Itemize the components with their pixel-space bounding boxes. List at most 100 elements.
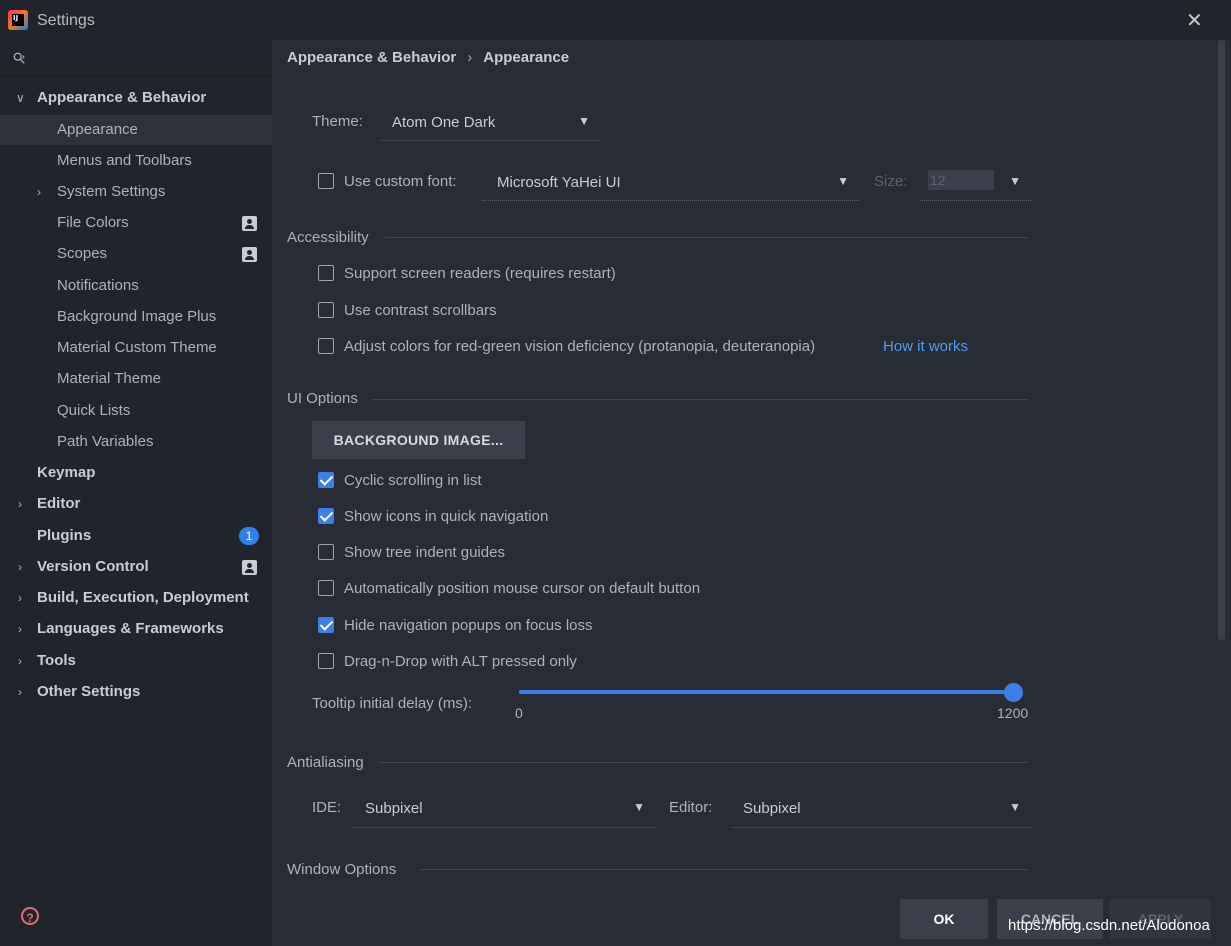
hide-navigation-popups-checkbox[interactable] [318, 617, 334, 633]
sidebar-item-other-settings[interactable]: › Other Settings [0, 677, 272, 707]
theme-label: Theme: [312, 113, 363, 130]
dropdown-arrow-icon: ▼ [1009, 800, 1021, 814]
project-level-icon [242, 216, 257, 231]
font-value: Microsoft YaHei UI [497, 174, 621, 191]
dropdown-arrow-icon: ▼ [837, 174, 849, 188]
sidebar-item-tools[interactable]: › Tools [0, 646, 272, 676]
plugins-update-badge: 1 [239, 527, 259, 545]
sidebar-item-appearance-behavior[interactable]: ∨ Appearance & Behavior [0, 83, 272, 113]
dropdown-arrow-icon: ▼ [1009, 174, 1021, 188]
contrast-scrollbars-checkbox[interactable] [318, 302, 334, 318]
ok-button[interactable]: OK [900, 899, 988, 939]
sidebar-item-file-colors[interactable]: File Colors [0, 208, 272, 238]
dropdown-arrow-icon: ▼ [578, 114, 590, 128]
ui-options-section-title: UI Options [287, 390, 358, 407]
tooltip-delay-slider[interactable] [519, 690, 1014, 694]
breadcrumb-current: Appearance [483, 49, 570, 66]
ide-antialiasing-label: IDE: [312, 799, 342, 816]
ide-antialiasing-dropdown[interactable]: Subpixel ▼ [353, 798, 655, 828]
chevron-right-icon: › [18, 497, 22, 511]
antialiasing-section-title: Antialiasing [287, 754, 364, 771]
how-it-works-link[interactable]: How it works [883, 338, 968, 355]
tree-indent-guides-label: Show tree indent guides [344, 544, 505, 561]
dropdown-arrow-icon: ▼ [633, 800, 645, 814]
sidebar-item-build-execution-deployment[interactable]: › Build, Execution, Deployment [0, 583, 272, 613]
cyclic-scrolling-label: Cyclic scrolling in list [344, 472, 482, 489]
sidebar-item-editor[interactable]: › Editor [0, 489, 272, 519]
sidebar-item-languages-frameworks[interactable]: › Languages & Frameworks [0, 614, 272, 644]
color-deficiency-checkbox[interactable] [318, 338, 334, 354]
search-icon[interactable] [13, 52, 25, 64]
sidebar-item-scopes[interactable]: Scopes [0, 239, 272, 269]
use-custom-font-label: Use custom font: [344, 173, 457, 190]
background-image-button[interactable]: BACKGROUND IMAGE... [312, 421, 525, 459]
sidebar-item-menus-toolbars[interactable]: Menus and Toolbars [0, 146, 272, 176]
section-divider [372, 399, 1029, 400]
help-icon[interactable]: ? [21, 907, 39, 925]
section-divider [378, 762, 1029, 763]
screen-readers-checkbox[interactable] [318, 265, 334, 281]
editor-antialiasing-dropdown[interactable]: Subpixel ▼ [731, 798, 1031, 828]
accessibility-section-title: Accessibility [287, 229, 369, 246]
sidebar-item-material-theme[interactable]: Material Theme [0, 364, 272, 394]
window-options-section-title: Window Options [287, 861, 397, 878]
mouse-cursor-default-button-checkbox[interactable] [318, 580, 334, 596]
sidebar-item-notifications[interactable]: Notifications [0, 271, 272, 301]
sidebar-item-version-control[interactable]: › Version Control [0, 552, 272, 582]
contrast-scrollbars-label: Use contrast scrollbars [344, 302, 497, 319]
chevron-right-icon: › [18, 622, 22, 636]
sidebar-item-plugins[interactable]: Plugins 1 [0, 521, 272, 551]
chevron-right-icon: › [18, 685, 22, 699]
vertical-scrollbar[interactable] [1218, 40, 1225, 640]
chevron-right-icon: › [37, 185, 41, 199]
breadcrumb: Appearance & Behavior › Appearance [287, 49, 569, 66]
sidebar-item-path-variables[interactable]: Path Variables [0, 427, 272, 457]
use-custom-font-checkbox[interactable] [318, 173, 334, 189]
theme-dropdown[interactable]: Atom One Dark ▼ [380, 112, 600, 141]
slider-max-label: 1200 [997, 705, 1029, 721]
sidebar-item-background-image-plus[interactable]: Background Image Plus [0, 302, 272, 332]
screen-readers-label: Support screen readers (requires restart… [344, 265, 616, 282]
cyclic-scrolling-checkbox[interactable] [318, 472, 334, 488]
title-bar: IJ Settings ✕ [0, 0, 1231, 40]
theme-value: Atom One Dark [392, 114, 496, 131]
settings-sidebar: ∨ Appearance & Behavior Appearance Menus… [0, 40, 272, 946]
sidebar-item-quick-lists[interactable]: Quick Lists [0, 396, 272, 426]
font-size-label: Size: [874, 173, 908, 190]
section-divider [419, 869, 1029, 870]
chevron-right-icon: › [18, 591, 22, 605]
watermark-text: https://blog.csdn.net/Alodonoa [1008, 917, 1210, 934]
ide-antialiasing-value: Subpixel [365, 800, 423, 817]
sidebar-item-keymap[interactable]: Keymap [0, 458, 272, 488]
show-icons-checkbox[interactable] [318, 508, 334, 524]
sidebar-item-material-custom-theme[interactable]: Material Custom Theme [0, 333, 272, 363]
sidebar-item-system-settings[interactable]: › System Settings [0, 177, 272, 207]
project-level-icon [242, 247, 257, 262]
project-level-icon [242, 560, 257, 575]
custom-font-dropdown[interactable]: Microsoft YaHei UI ▼ [482, 172, 859, 201]
editor-antialiasing-value: Subpixel [743, 800, 801, 817]
close-icon[interactable]: ✕ [1186, 8, 1203, 33]
sidebar-item-appearance[interactable]: Appearance [0, 115, 272, 145]
tree-indent-guides-checkbox[interactable] [318, 544, 334, 560]
settings-window: IJ Settings ✕ ∨ Appearance & Behavior Ap… [0, 0, 1231, 946]
slider-min-label: 0 [515, 705, 523, 721]
drag-n-drop-alt-checkbox[interactable] [318, 653, 334, 669]
chevron-down-icon: ∨ [16, 91, 25, 105]
section-divider [385, 237, 1029, 238]
color-deficiency-label: Adjust colors for red-green vision defic… [344, 338, 816, 355]
drag-n-drop-alt-label: Drag-n-Drop with ALT pressed only [344, 653, 577, 670]
chevron-right-icon: › [18, 654, 22, 668]
breadcrumb-separator: › [467, 49, 473, 66]
show-icons-label: Show icons in quick navigation [344, 508, 549, 525]
chevron-right-icon: › [18, 560, 22, 574]
hide-navigation-popups-label: Hide navigation popups on focus loss [344, 617, 593, 634]
window-title: Settings [37, 12, 95, 29]
search-divider [0, 76, 272, 77]
intellij-app-icon: IJ [8, 10, 28, 30]
tooltip-delay-slider-thumb[interactable] [1004, 683, 1023, 702]
font-size-input[interactable]: 12 [928, 170, 994, 190]
editor-antialiasing-label: Editor: [669, 799, 713, 816]
mouse-cursor-default-button-label: Automatically position mouse cursor on d… [344, 580, 701, 597]
breadcrumb-parent[interactable]: Appearance & Behavior [287, 49, 456, 66]
